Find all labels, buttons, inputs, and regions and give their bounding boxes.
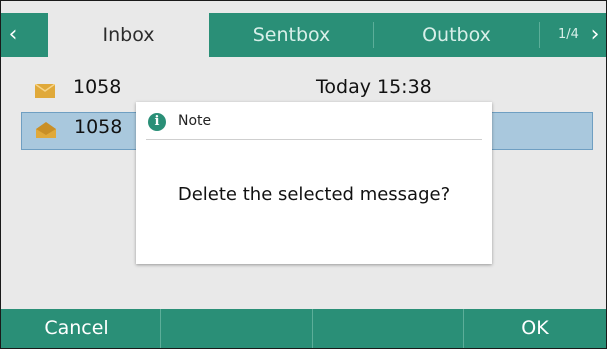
dialog-header: i Note — [136, 102, 492, 140]
softkey-bar: Cancel OK — [1, 309, 606, 348]
dialog-title: Note — [178, 113, 212, 129]
info-icon: i — [148, 113, 166, 131]
envelope-open-icon — [36, 122, 56, 138]
note-dialog: i Note Delete the selected message? — [136, 102, 492, 264]
softkey-2[interactable] — [161, 309, 312, 348]
page-indicator: 1/4 — [558, 27, 579, 42]
phone-screen: ‹ Inbox Sentbox Outbox 1/4 › 1058 Today … — [0, 0, 607, 349]
tab-divider — [539, 22, 540, 48]
message-number: 1058 — [74, 116, 123, 138]
softkey-3[interactable] — [313, 309, 464, 348]
envelope-closed-icon — [35, 84, 55, 98]
cancel-button[interactable]: Cancel — [1, 309, 152, 348]
dialog-divider — [146, 139, 482, 140]
tab-right-arrow-icon[interactable]: › — [585, 13, 605, 57]
dialog-message: Delete the selected message? — [177, 184, 451, 205]
tab-inbox[interactable]: Inbox — [48, 13, 209, 57]
tab-left-arrow-icon[interactable]: ‹ — [3, 13, 23, 57]
tab-bar: ‹ Inbox Sentbox Outbox 1/4 › — [1, 13, 606, 57]
ok-button[interactable]: OK — [464, 309, 606, 348]
tab-outbox[interactable]: Outbox — [374, 13, 539, 57]
tab-sentbox[interactable]: Sentbox — [209, 13, 374, 57]
message-number: 1058 — [73, 76, 122, 98]
message-time: Today 15:38 — [316, 76, 432, 98]
